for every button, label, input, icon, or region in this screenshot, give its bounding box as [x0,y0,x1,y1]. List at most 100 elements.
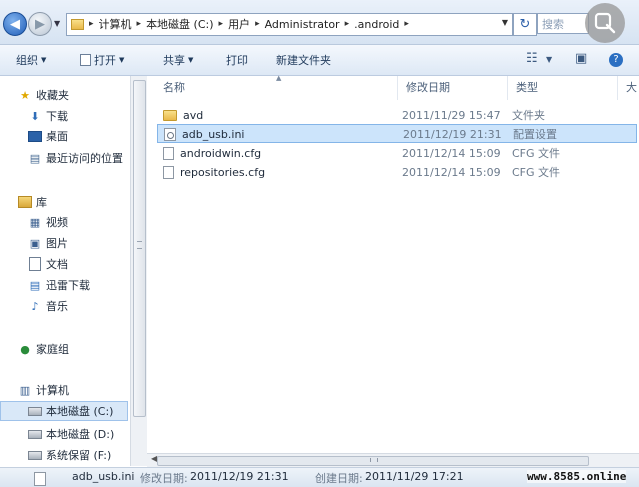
file-name: androidwin.cfg [180,147,262,160]
nav-label: 桌面 [46,130,68,143]
chevron-down-icon[interactable]: ▼ [546,55,552,64]
file-name-cell: adb_usb.ini [164,125,244,144]
refresh-icon: ↻ [519,17,531,32]
downloads-icon: ⬇ [30,109,40,123]
nav-libraries[interactable]: 库 [18,194,47,210]
open-label: 打开 [94,54,116,67]
pictures-icon: ▣ [29,236,41,250]
back-button[interactable]: ◀ [3,12,27,36]
nav-drive-d[interactable]: 本地磁盘 (D:) [28,426,114,442]
chevron-down-icon: ▼ [119,56,125,64]
forward-button[interactable]: ▶ [28,12,52,36]
open-icon [80,54,91,66]
file-modified: 2011/12/14 15:09 [402,147,501,160]
breadcrumb: ▸ 计算机 ▸ 本地磁盘 (C:) ▸ 用户 ▸ Administrator ▸… [71,16,409,32]
search-overlay-button[interactable] [585,3,625,43]
breadcrumb-users[interactable]: 用户 [228,16,250,32]
music-icon: ♪ [31,299,39,313]
nav-desktop[interactable]: 桌面 [28,128,68,144]
share-button[interactable]: 共享 ▼ [163,52,193,68]
navigation-pane: ★ 收藏夹 ⬇ 下载 桌面 ▤ 最近访问的位置 库 ▦ 视频 ▣ 图片 文档 ▤… [0,76,130,466]
thunder-downloads-icon: ▤ [29,278,41,292]
file-modified: 2011/12/19 21:31 [403,128,502,141]
details-filename: adb_usb.ini [72,470,135,483]
nav-downloads[interactable]: ⬇ 下载 [28,108,68,124]
help-icon[interactable]: ? [609,53,623,67]
history-dropdown-icon[interactable]: ▼ [54,19,60,28]
breadcrumb-drive-c[interactable]: 本地磁盘 (C:) [146,16,213,32]
file-modified: 2011/12/14 15:09 [402,166,501,179]
file-icon [163,147,174,160]
preview-pane-icon[interactable]: ▣ [575,51,587,66]
new-folder-button[interactable]: 新建文件夹 [276,52,331,68]
nav-homegroup[interactable]: ● 家庭组 [18,341,69,357]
file-row-repositories-cfg[interactable]: repositories.cfg 2011/12/14 15:09 CFG 文件 [157,163,637,182]
watermark-text: www.8585.online [527,470,627,483]
details-created-value: 2011/11/29 17:21 [365,470,464,483]
organize-button[interactable]: 组织 ▼ [16,52,46,68]
file-icon [163,166,174,179]
file-modified: 2011/11/29 15:47 [402,109,501,122]
nav-label: 家庭组 [36,343,69,356]
file-row-avd[interactable]: avd 2011/11/29 15:47 文件夹 [157,106,637,125]
column-header-size[interactable]: 大 [618,76,639,100]
drive-icon [28,428,42,440]
computer-icon: ▥ [19,383,31,397]
file-name-cell: androidwin.cfg [163,144,261,163]
file-type: CFG 文件 [512,147,561,160]
folder-icon [163,110,177,121]
nav-videos[interactable]: ▦ 视频 [28,214,68,230]
nav-computer[interactable]: ▥ 计算机 [18,382,69,398]
file-name-cell: repositories.cfg [163,163,265,182]
breadcrumb-separator-icon[interactable]: ▸ [89,19,94,29]
refresh-button[interactable]: ↻ [513,13,537,36]
nav-label: 音乐 [46,300,68,313]
horizontal-scrollbar[interactable]: ◀ [147,453,639,467]
file-name: avd [183,109,204,122]
breadcrumb-separator-icon[interactable]: ▸ [345,19,350,29]
nav-recent-places[interactable]: ▤ 最近访问的位置 [28,150,123,166]
nav-label: 收藏夹 [36,89,69,102]
address-box[interactable]: ▸ 计算机 ▸ 本地磁盘 (C:) ▸ 用户 ▸ Administrator ▸… [66,13,513,36]
nav-label: 视频 [46,216,68,229]
nav-favorites[interactable]: ★ 收藏夹 [18,87,69,103]
column-header-modified[interactable]: 修改日期 [398,76,508,100]
open-button[interactable]: 打开 ▼ [80,52,124,68]
nav-label: 图片 [46,237,68,250]
breadcrumb-separator-icon[interactable]: ▸ [404,19,409,29]
search-input[interactable]: 搜索 [537,13,589,34]
navigation-scrollbar[interactable] [130,76,147,466]
breadcrumb-computer[interactable]: 计算机 [99,16,132,32]
organize-label: 组织 [16,54,38,67]
nav-pictures[interactable]: ▣ 图片 [28,235,68,251]
nav-music[interactable]: ♪ 音乐 [28,298,68,314]
nav-label: 本地磁盘 (C:) [46,405,114,418]
command-bar: 组织 ▼ 打开 ▼ 共享 ▼ 打印 新建文件夹 ☷ ▼ ▣ ? [0,45,639,76]
nav-label: 库 [36,196,47,209]
breadcrumb-separator-icon[interactable]: ▸ [137,19,142,29]
chevron-down-icon: ▼ [188,56,194,64]
chevron-down-icon: ▼ [41,56,47,64]
nav-label: 最近访问的位置 [46,152,123,165]
address-dropdown-icon[interactable]: ▼ [502,18,508,27]
breadcrumb-separator-icon[interactable]: ▸ [255,19,260,29]
column-header-name[interactable]: 名称 [155,76,398,100]
recent-places-icon: ▤ [29,151,41,165]
print-button[interactable]: 打印 [226,52,248,68]
breadcrumb-separator-icon[interactable]: ▸ [219,19,224,29]
nav-drive-c[interactable]: 本地磁盘 (C:) [0,401,128,421]
column-header-type[interactable]: 类型 [508,76,618,100]
file-row-androidwin-cfg[interactable]: androidwin.cfg 2011/12/14 15:09 CFG 文件 [157,144,637,163]
scrollbar-thumb[interactable] [133,80,146,417]
file-type: CFG 文件 [512,166,561,179]
breadcrumb-android[interactable]: .android [354,18,399,31]
nav-thunder-downloads[interactable]: ▤ 迅雷下载 [28,277,90,293]
details-modified-value: 2011/12/19 21:31 [190,470,289,483]
nav-drive-f[interactable]: 系统保留 (F:) [28,447,111,463]
file-type: 文件夹 [512,109,545,122]
breadcrumb-administrator[interactable]: Administrator [265,18,340,31]
file-row-adb-usb-ini[interactable]: adb_usb.ini 2011/12/19 21:31 配置设置 [157,124,637,143]
view-options-icon[interactable]: ☷ [526,51,538,66]
nav-documents[interactable]: 文档 [28,256,68,272]
scrollbar-thumb[interactable] [157,456,589,466]
